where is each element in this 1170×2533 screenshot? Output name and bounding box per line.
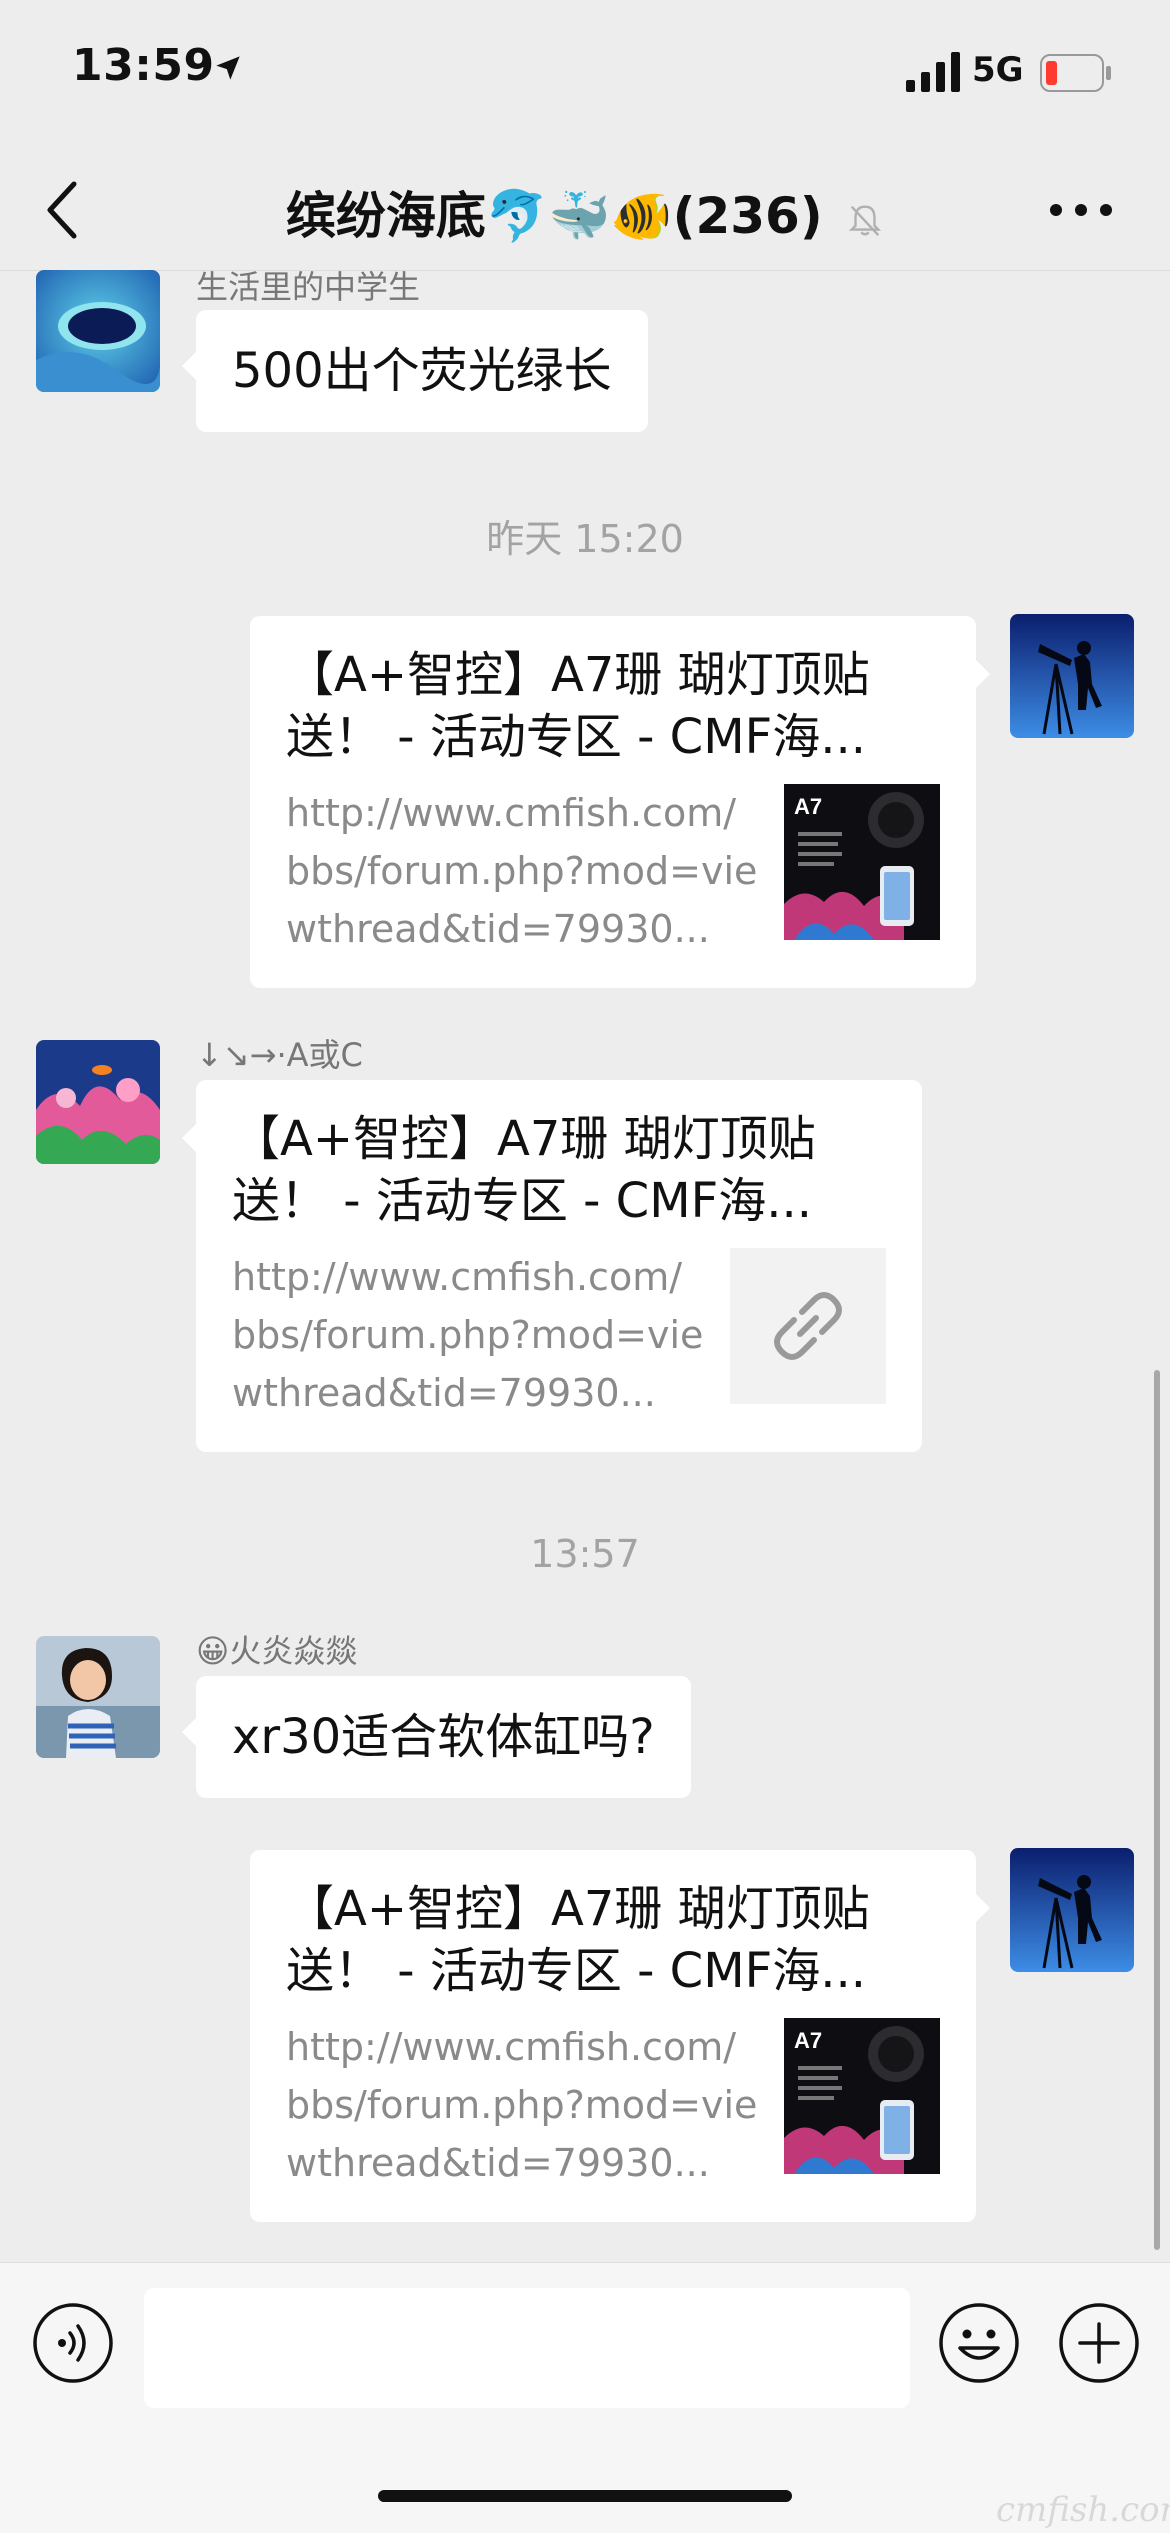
signal-icon [906, 52, 960, 92]
message-input[interactable] [144, 2288, 910, 2408]
timestamp: 昨天 15:20 [486, 517, 684, 561]
home-indicator[interactable] [378, 2490, 792, 2502]
emoji-button[interactable] [938, 2302, 1020, 2384]
status-time: 13:59 [72, 40, 215, 91]
chat-title: 缤纷海底🐬🐳🐠(236) [0, 176, 1170, 248]
scrollbar[interactable] [1154, 1370, 1160, 2250]
avatar[interactable] [36, 1636, 160, 1758]
message-bubble[interactable]: 500出个荧光绿长 [182, 310, 648, 432]
message-bubble[interactable]: xr30适合软体缸吗? [182, 1676, 691, 1798]
card-thumbnail: A7 [784, 2018, 940, 2174]
link-card[interactable]: 【A+智控】A7珊 瑚灯顶贴送！ - 活动专区 - CMF海... http:/… [250, 616, 990, 988]
more-options-button[interactable] [1046, 190, 1116, 230]
avatar[interactable] [36, 1040, 160, 1164]
chat-title-text: 缤纷海底🐬🐳🐠(236) [285, 187, 823, 245]
card-title: 【A+智控】A7珊 瑚灯顶贴送！ - 活动专区 - CMF海... [286, 647, 870, 765]
voice-button[interactable] [32, 2302, 114, 2384]
link-icon [730, 1248, 886, 1404]
card-desc: http://www.cmfish.com/bbs/forum.php?mod=… [286, 2025, 758, 2185]
card-thumbnail: A7 [784, 784, 940, 940]
watermark: cmfish.com [996, 2490, 1170, 2530]
sender-name: 生活里的中学生 [196, 268, 421, 306]
card-desc: http://www.cmfish.com/bbs/forum.php?mod=… [286, 791, 758, 951]
sender-name: 😀火炎焱燚 [196, 1632, 358, 1670]
bell-slash-icon [848, 205, 882, 236]
avatar[interactable] [1010, 1848, 1134, 1972]
avatar[interactable] [36, 270, 160, 392]
thumb-label: A7 [794, 794, 822, 819]
card-title: 【A+智控】A7珊 瑚灯顶贴送！ - 活动专区 - CMF海... [232, 1111, 816, 1229]
link-card[interactable]: 【A+智控】A7珊 瑚灯顶贴送！ - 活动专区 - CMF海... http:/… [182, 1080, 922, 1452]
card-title: 【A+智控】A7珊 瑚灯顶贴送！ - 活动专区 - CMF海... [286, 1881, 870, 1999]
avatar[interactable] [1010, 614, 1134, 738]
timestamp: 13:57 [530, 1532, 640, 1576]
card-desc: http://www.cmfish.com/bbs/forum.php?mod=… [232, 1255, 704, 1415]
sender-name: ↓↘→·A或C [196, 1036, 363, 1074]
plus-button[interactable] [1058, 2302, 1140, 2384]
header-divider [0, 270, 1170, 271]
link-card[interactable]: 【A+智控】A7珊 瑚灯顶贴送！ - 活动专区 - CMF海... http:/… [250, 1850, 990, 2222]
battery-icon [1040, 54, 1111, 92]
network-type: 5G [972, 50, 1024, 90]
location-arrow-icon [216, 56, 240, 80]
thumb-label: A7 [794, 2028, 822, 2053]
